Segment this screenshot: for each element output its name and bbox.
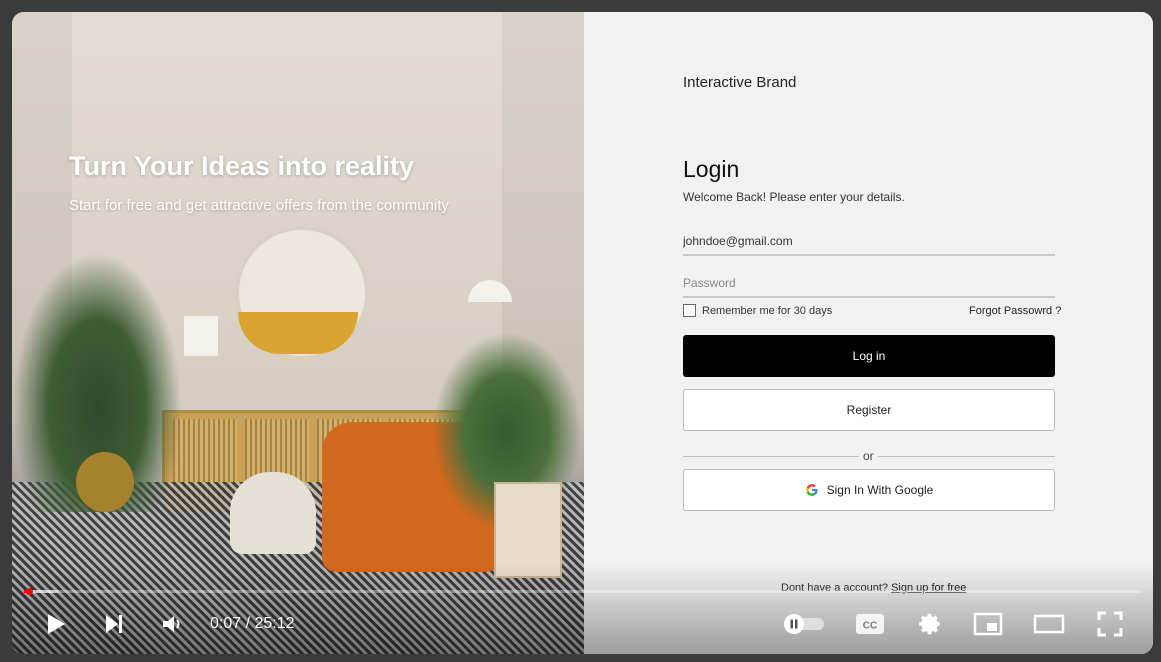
play-button[interactable]: [38, 608, 74, 640]
white-ottoman: [230, 472, 316, 554]
google-signin-button[interactable]: Sign In With Google: [683, 469, 1055, 511]
google-signin-label: Sign In With Google: [826, 483, 934, 497]
duration: 25:12: [254, 615, 295, 632]
captions-button[interactable]: CC: [850, 608, 890, 640]
brand-name: Interactive Brand: [683, 74, 797, 91]
theater-mode-icon: [1033, 614, 1065, 634]
autoplay-toggle-icon: [784, 614, 824, 634]
remember-label: Remember me for 30 days: [702, 304, 833, 317]
table-lamp: [184, 316, 218, 356]
hero-headline: Turn Your Ideas into reality: [69, 151, 415, 181]
time-separator: /: [241, 615, 255, 632]
miniplayer-button[interactable]: [968, 608, 1008, 640]
next-button[interactable]: [96, 608, 132, 640]
welcome-text: Welcome Back! Please enter your details.: [683, 190, 905, 204]
settings-button[interactable]: [910, 608, 950, 640]
forgot-password-link[interactable]: Forgot Passowrd ?: [969, 305, 1061, 317]
miniplayer-icon: [973, 612, 1003, 636]
or-divider: or: [683, 449, 1055, 463]
current-time: 0:07: [210, 615, 242, 632]
autoplay-toggle[interactable]: [780, 608, 828, 640]
video-player[interactable]: Turn Your Ideas into reality Start for f…: [12, 12, 1153, 654]
captions-icon: CC: [856, 614, 884, 634]
fullscreen-icon: [1097, 611, 1123, 637]
marble-side-table: [494, 482, 562, 578]
login-panel: Interactive Brand Login Welcome Back! Pl…: [584, 12, 1153, 654]
gold-planter: [76, 452, 134, 512]
hero-subline: Start for free and get attractive offers…: [69, 197, 449, 214]
password-field[interactable]: [683, 270, 1055, 298]
fullscreen-button[interactable]: [1090, 608, 1130, 640]
next-icon: [106, 615, 122, 633]
login-button[interactable]: Log in: [683, 335, 1055, 377]
volume-button[interactable]: [154, 608, 190, 640]
register-button[interactable]: Register: [683, 389, 1055, 431]
google-icon: [805, 484, 818, 496]
settings-icon: [919, 613, 940, 635]
theater-mode-button[interactable]: [1028, 608, 1070, 640]
progress-bar[interactable]: [24, 588, 1141, 595]
volume-icon: [163, 616, 180, 632]
svg-text:CC: CC: [863, 621, 877, 632]
login-title: Login: [683, 156, 740, 182]
living-room-photo: Turn Your Ideas into reality Start for f…: [12, 12, 584, 654]
time-display: 0:07 / 25:12: [210, 615, 295, 633]
email-field[interactable]: [683, 228, 1055, 256]
remember-checkbox[interactable]: [683, 304, 696, 317]
or-label: or: [859, 449, 878, 463]
remember-me[interactable]: Remember me for 30 days: [683, 304, 832, 317]
play-icon: [48, 614, 65, 634]
